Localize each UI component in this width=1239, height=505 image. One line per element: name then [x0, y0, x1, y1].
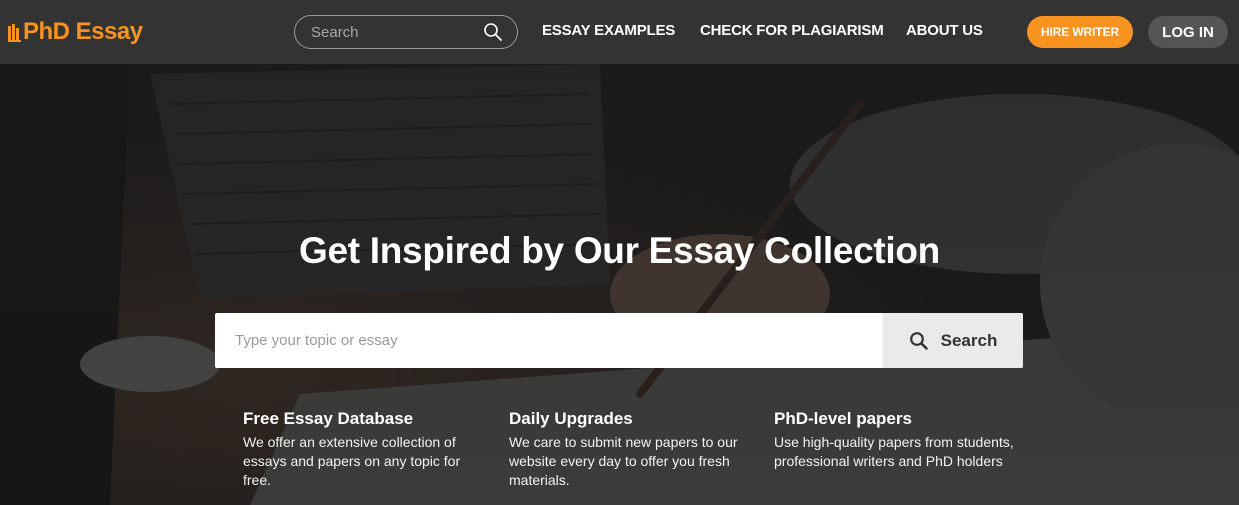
search-icon[interactable]: [483, 22, 503, 42]
nav-essay-examples[interactable]: ESSAY EXAMPLES: [542, 22, 675, 39]
top-header: PhD Essay ESSAY EXAMPLES CHECK FOR PLAGI…: [0, 0, 1239, 64]
nav-check-plagiarism[interactable]: CHECK FOR PLAGIARISM: [700, 22, 884, 39]
feature-phd-level-papers: PhD-level papers Use high-quality papers…: [774, 409, 1014, 471]
logo-text: PhD Essay: [23, 18, 143, 45]
hire-writer-button[interactable]: HIRE WRITER: [1027, 16, 1133, 48]
feature-title: Daily Upgrades: [509, 409, 633, 428]
hero-search-button[interactable]: Search: [883, 313, 1023, 368]
topic-search-input[interactable]: [235, 313, 875, 368]
hero-section: Get Inspired by Our Essay Collection Sea…: [0, 64, 1239, 505]
hero-search-bar: Search: [215, 313, 1023, 368]
feature-daily-upgrades: Daily Upgrades We care to submit new pap…: [509, 409, 749, 490]
logo-mark-icon: [8, 22, 22, 42]
header-search-input[interactable]: [311, 16, 481, 48]
site-logo[interactable]: PhD Essay: [8, 17, 143, 47]
feature-text: Use high-quality papers from students, p…: [774, 434, 1014, 469]
feature-text: We offer an extensive collection of essa…: [243, 434, 461, 488]
feature-free-essay-database: Free Essay Database We offer an extensiv…: [243, 409, 483, 490]
feature-title: Free Essay Database: [243, 409, 414, 428]
nav-about-us[interactable]: ABOUT US: [906, 22, 983, 39]
feature-title: PhD-level papers: [774, 409, 912, 428]
header-search: [294, 15, 518, 49]
feature-text: We care to submit new papers to our webs…: [509, 434, 738, 488]
search-icon: [909, 331, 928, 350]
hero-title: Get Inspired by Our Essay Collection: [299, 230, 940, 271]
hero-search-button-label: Search: [940, 330, 998, 350]
login-button[interactable]: LOG IN: [1148, 16, 1228, 48]
